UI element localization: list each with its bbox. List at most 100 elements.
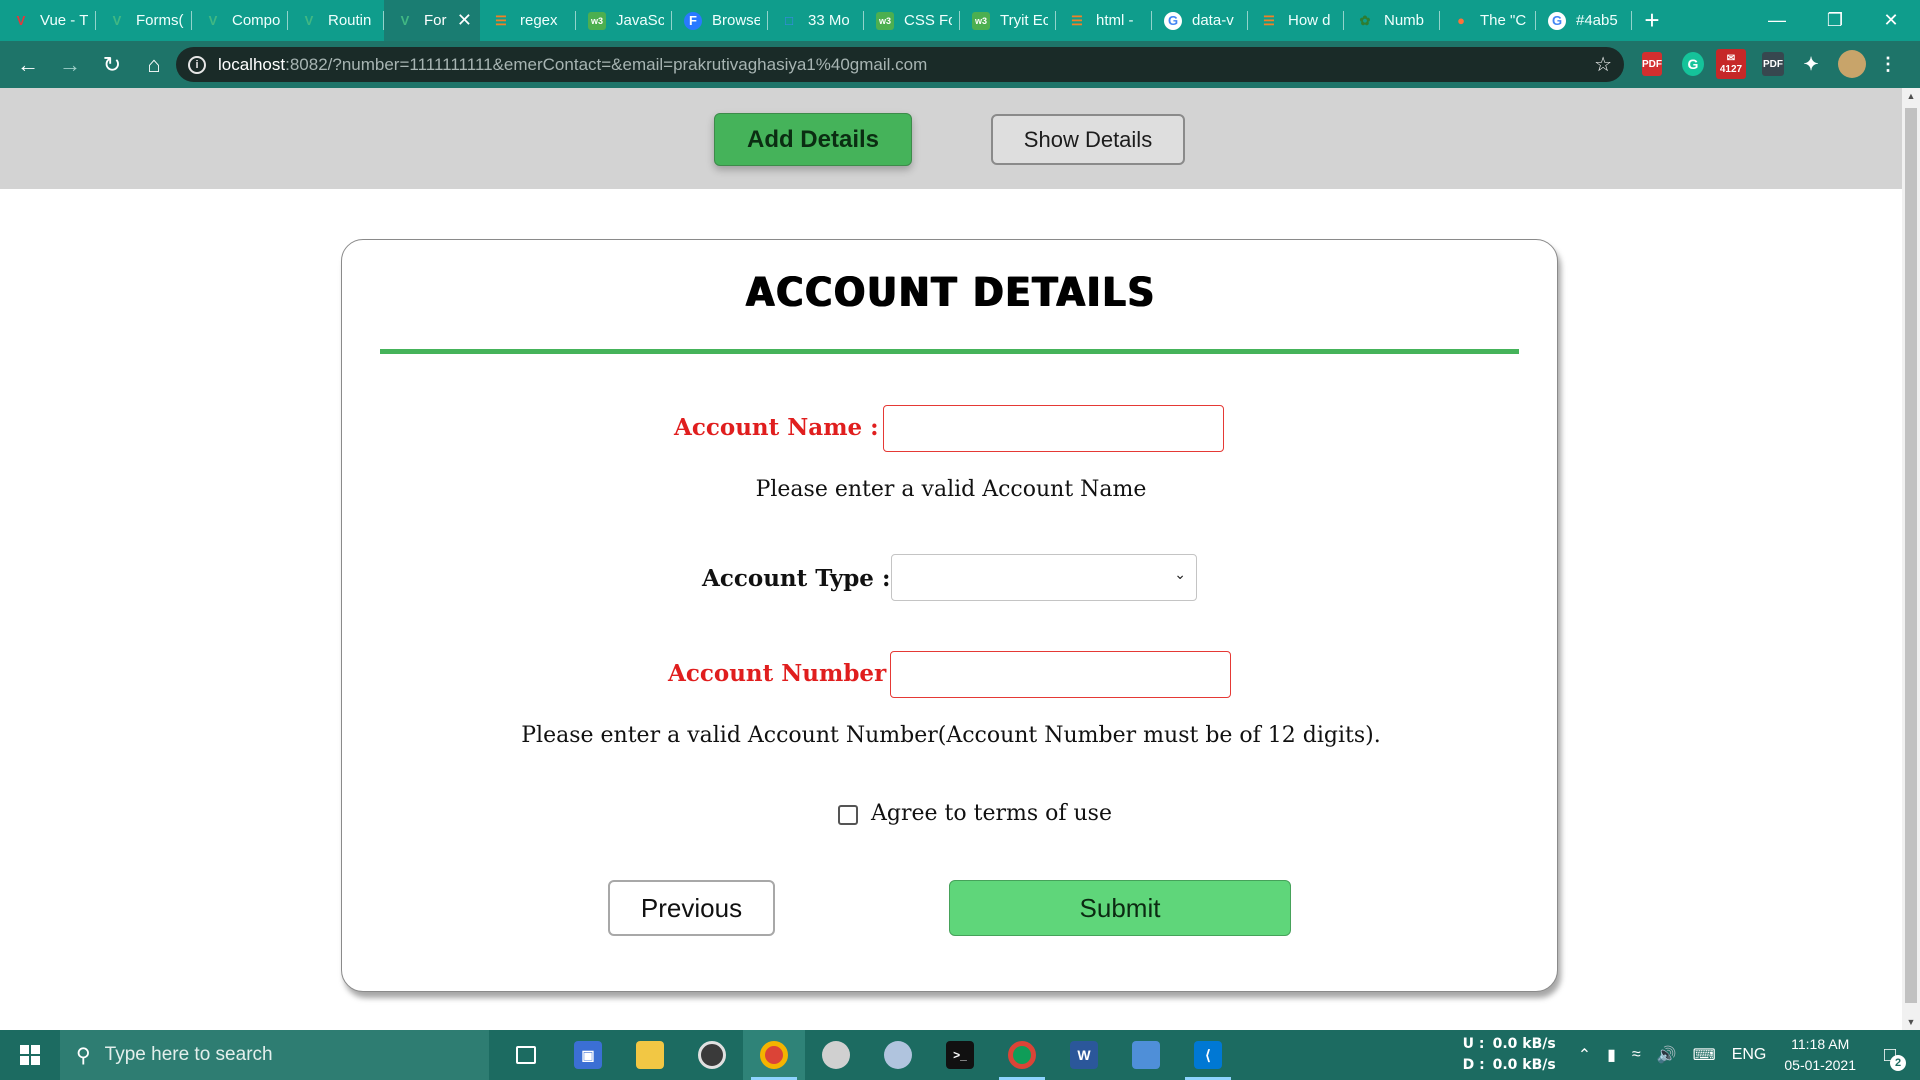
scroll-down-icon[interactable]: ▼ (1902, 1014, 1920, 1030)
profile-avatar[interactable] (1838, 50, 1866, 78)
browser-tab[interactable]: ☰ regex (480, 0, 576, 41)
browser-tab[interactable]: ✿ Numb (1344, 0, 1440, 41)
vue-icon: V (304, 13, 314, 28)
clock[interactable]: 11:18 AM 05-01-2021 (1784, 1034, 1856, 1076)
browser-tab[interactable]: ● The "C (1440, 0, 1536, 41)
restore-button[interactable]: ❐ (1806, 0, 1864, 41)
tab-label: regex (520, 12, 558, 29)
browser-tab[interactable]: V Compo (192, 0, 288, 41)
home-icon[interactable]: ⌂ (134, 45, 174, 85)
browser-tab[interactable]: w3 CSS Fo (864, 0, 960, 41)
this-pc-icon[interactable]: ▣ (557, 1030, 619, 1080)
back-icon[interactable]: ← (8, 45, 48, 85)
tab-label: Compo (232, 12, 280, 29)
browser-tab[interactable]: V Routin (288, 0, 384, 41)
doc-icon: □ (785, 13, 793, 28)
file-explorer-icon[interactable] (619, 1030, 681, 1080)
account-type-select[interactable]: ⌄ (891, 554, 1197, 601)
previous-button[interactable]: Previous (608, 880, 775, 936)
new-tab-button[interactable]: + (1632, 0, 1672, 41)
forward-icon[interactable]: → (50, 45, 90, 85)
control-panel-icon[interactable] (1115, 1030, 1177, 1080)
submit-button[interactable]: Submit (949, 880, 1291, 936)
browser-tab[interactable]: G #4ab5 (1536, 0, 1632, 41)
address-bar[interactable]: i localhost:8082/?number=1111111111&emer… (176, 47, 1624, 82)
browser-tab[interactable]: Gdata-v (1152, 0, 1248, 41)
volume-icon[interactable]: 🔊 (1657, 1045, 1677, 1065)
browser-tab[interactable]: V Forms( (96, 0, 192, 41)
word-icon[interactable]: W (1053, 1030, 1115, 1080)
grammarly-icon[interactable]: G (1682, 52, 1704, 76)
browser-menu-icon[interactable]: ⋮ (1879, 52, 1897, 76)
pdf-extension-icon[interactable]: PDF (1642, 52, 1662, 76)
w3schools-icon: w3 (972, 11, 990, 30)
media-player-icon[interactable] (681, 1030, 743, 1080)
mail-extension-icon[interactable]: ✉ 4127 (1716, 49, 1746, 79)
site-info-icon[interactable]: i (188, 55, 206, 74)
keyboard-icon[interactable]: ⌨ (1693, 1045, 1716, 1065)
task-view-icon[interactable] (495, 1030, 557, 1080)
pdf-tools-icon[interactable]: PDF (1762, 52, 1784, 76)
scrollbar-thumb[interactable] (1905, 108, 1917, 1003)
paint-3d-icon[interactable] (867, 1030, 929, 1080)
download-speed: 0.0 kB/s (1492, 1057, 1556, 1073)
close-window-button[interactable]: ✕ (1862, 0, 1920, 41)
tab-label: 33 Mo (808, 12, 850, 29)
account-name-label: Account Name : (674, 414, 879, 441)
add-details-button[interactable]: Add Details (714, 113, 912, 166)
chrome-profile-icon[interactable] (991, 1030, 1053, 1080)
mail-badge: 4127 (1719, 64, 1743, 75)
vscode-icon[interactable]: ⟨ (1177, 1030, 1239, 1080)
browser-tab[interactable]: w3 JavaSc (576, 0, 672, 41)
taskbar-search[interactable]: ⚲ Type here to search (60, 1030, 489, 1080)
language-indicator[interactable]: ENG (1732, 1046, 1767, 1064)
start-button[interactable] (0, 1030, 60, 1080)
chrome-icon[interactable] (743, 1030, 805, 1080)
terminal-icon[interactable]: >_ (929, 1030, 991, 1080)
browser-tab[interactable]: V For ✕ (384, 0, 480, 41)
card-title: ACCOUNT DETAILS (745, 270, 1157, 316)
vue-icon: V (112, 13, 122, 28)
chevron-down-icon: ⌄ (1174, 566, 1186, 582)
reload-icon[interactable]: ↻ (92, 45, 132, 85)
browser-tab[interactable]: ☰ How d (1248, 0, 1344, 41)
terms-label[interactable]: Agree to terms of use (871, 801, 1112, 826)
minimize-button[interactable]: — (1748, 0, 1806, 41)
account-number-input[interactable] (890, 651, 1231, 698)
tab-label: Routin (328, 12, 372, 29)
w3schools-icon: w3 (588, 11, 606, 30)
tab-label: #4ab5 (1576, 12, 1618, 29)
clock-time: 11:18 AM (1791, 1036, 1850, 1052)
browser-tab[interactable]: □ 33 Mo (768, 0, 864, 41)
page-scrollbar[interactable]: ▲ ▼ (1902, 88, 1920, 1030)
chevron-up-icon[interactable]: ⌃ (1578, 1045, 1591, 1065)
tab-label: For (424, 12, 447, 29)
show-details-button[interactable]: Show Details (991, 114, 1185, 165)
account-number-error: Please enter a valid Account Number(Acco… (521, 723, 1381, 748)
browser-tab[interactable]: F Browse (672, 0, 768, 41)
search-placeholder: Type here to search (104, 1044, 273, 1065)
terms-checkbox[interactable] (838, 805, 858, 825)
tab-label: JavaSc (616, 12, 664, 29)
browser-tab[interactable]: V Vue - T (0, 0, 96, 41)
browser-tab[interactable]: ☰ html - (1056, 0, 1152, 41)
extensions-puzzle-icon[interactable]: ✦ (1800, 52, 1822, 76)
browser-toolbar: ← → ↻ ⌂ i localhost:8082/?number=1111111… (0, 41, 1920, 88)
download-label: D : (1462, 1057, 1485, 1073)
scroll-up-icon[interactable]: ▲ (1902, 88, 1920, 104)
tab-label: Vue - T (40, 12, 88, 29)
close-tab-icon[interactable]: ✕ (457, 10, 472, 31)
browser-tab[interactable]: w3 Tryit Ec (960, 0, 1056, 41)
stackoverflow-icon: ☰ (1263, 12, 1275, 28)
vue-icon: V (400, 13, 410, 28)
tab-label: CSS Fo (904, 12, 952, 29)
paint-icon[interactable] (805, 1030, 867, 1080)
bookmark-star-icon[interactable]: ☆ (1594, 52, 1612, 77)
battery-icon[interactable]: ▮ (1607, 1045, 1616, 1065)
tab-label: Tryit Ec (1000, 12, 1048, 29)
stackoverflow-icon: ☰ (495, 12, 507, 28)
account-name-input[interactable] (883, 405, 1224, 452)
notification-icon[interactable]: □ 2 (1870, 1035, 1910, 1075)
upload-speed: 0.0 kB/s (1492, 1036, 1556, 1052)
wifi-icon[interactable]: ≈ (1632, 1046, 1641, 1064)
